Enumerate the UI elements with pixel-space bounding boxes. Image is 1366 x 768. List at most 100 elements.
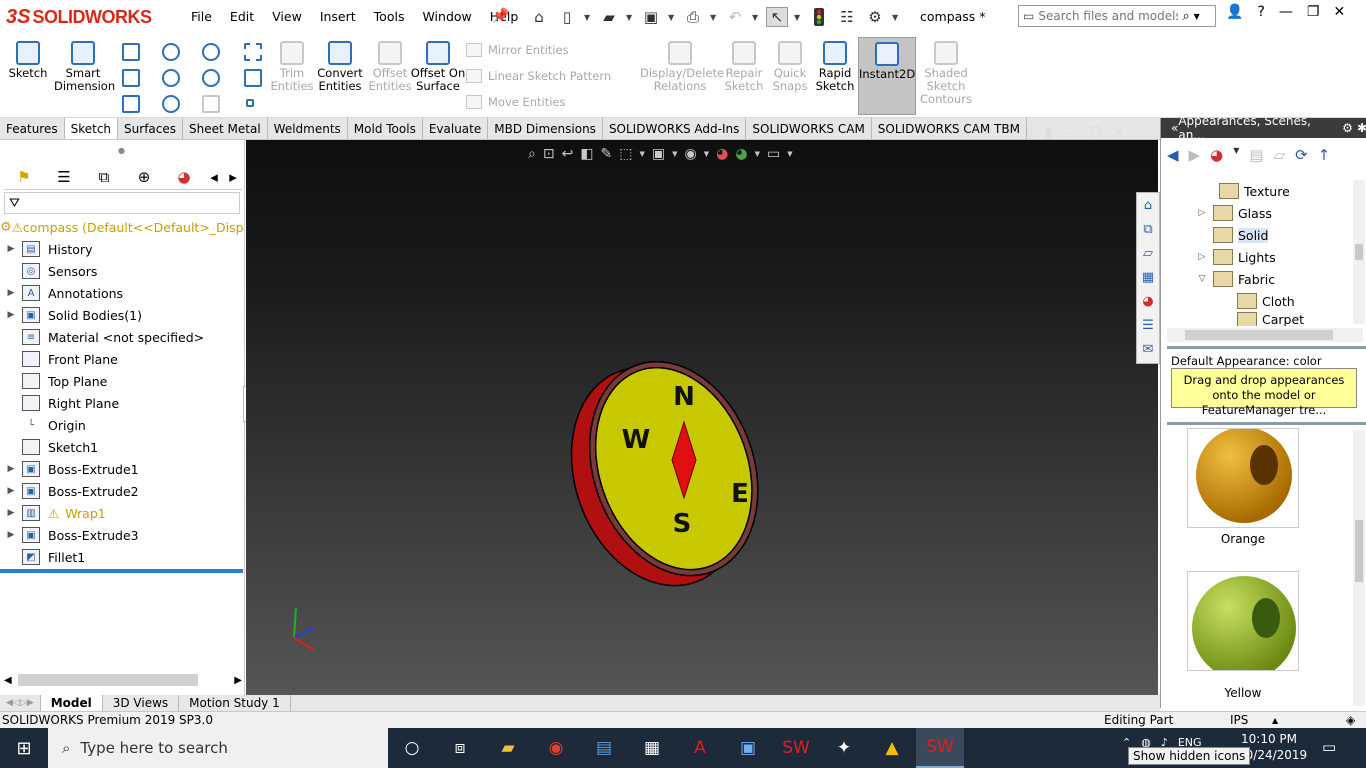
menu-window[interactable]: Window <box>413 9 480 24</box>
cortana-icon[interactable]: ○ <box>388 728 436 768</box>
tab-mbd-dimensions[interactable]: MBD Dimensions <box>488 118 603 139</box>
back-icon[interactable]: ◀ <box>1167 146 1179 164</box>
appearance-folder-texture[interactable]: Texture <box>1161 180 1351 202</box>
construction-geometry-icon[interactable] <box>244 43 262 61</box>
spline-tool-icon[interactable] <box>202 43 220 61</box>
scroll-left-icon[interactable]: ◀ <box>4 675 12 686</box>
refresh-icon[interactable]: ⟳ <box>1295 146 1308 164</box>
file-explorer-icon[interactable]: ▱ <box>1137 241 1159 265</box>
edit-appearance-icon[interactable]: ◕ <box>716 146 728 162</box>
tree-root[interactable]: ⚙ ⚠ compass (Default<<Default>_Displ <box>0 216 243 238</box>
library-icon[interactable]: ▤ <box>1249 146 1263 164</box>
close-icon[interactable]: ✕ <box>1113 126 1124 141</box>
chevron-down-icon[interactable]: ▼ <box>794 13 802 22</box>
search-box[interactable]: ▭ ⌕ ▼ <box>1018 5 1216 27</box>
offset-on-surface-button[interactable]: Offset On Surface <box>410 37 466 115</box>
tree-item-sensors[interactable]: ◎ Sensors <box>0 260 243 282</box>
appearance-folder-carpet[interactable]: Carpet <box>1161 312 1351 326</box>
circle-tool-icon[interactable] <box>162 43 180 61</box>
tab-weldments[interactable]: Weldments <box>267 118 348 139</box>
solidworks-resources-icon[interactable]: ⌂ <box>1137 193 1159 217</box>
swatch-vertical-scrollbar[interactable] <box>1353 430 1365 706</box>
close-icon[interactable]: ✕ <box>1333 4 1345 20</box>
tree-item-front-plane[interactable]: Front Plane <box>0 348 243 370</box>
panel-splitter-handle-icon[interactable]: ● <box>118 146 125 155</box>
tree-item-boss-extrude2[interactable]: ▶ ▣ Boss-Extrude2 <box>0 480 243 502</box>
ellipse-tool-icon[interactable] <box>202 69 220 87</box>
units-selector[interactable]: IPS <box>1230 713 1248 727</box>
pane-splitter[interactable] <box>1167 422 1366 425</box>
undo-icon[interactable]: ↶ <box>724 7 746 27</box>
configuration-manager-tab-icon[interactable]: ⧉ <box>84 165 124 189</box>
tab-scroll-arrows-icon[interactable]: ◀◁▷▶ <box>0 695 41 711</box>
rebuild-traffic-light-icon[interactable] <box>808 7 830 27</box>
tree-item-annotations[interactable]: ▶ A Annotations <box>0 282 243 304</box>
chevron-down-icon[interactable]: ▼ <box>892 13 900 22</box>
scroll-left-icon[interactable]: ◂ <box>204 165 224 189</box>
tree-item-sketch1[interactable]: Sketch1 <box>0 436 243 458</box>
menu-insert[interactable]: Insert <box>311 9 365 24</box>
tab-evaluate[interactable]: Evaluate <box>422 118 489 139</box>
help-icon[interactable]: ? <box>1257 4 1264 20</box>
linear-sketch-pattern-button[interactable]: Linear Sketch Pattern <box>466 69 611 83</box>
solidworks-active-icon[interactable]: SW <box>916 728 964 768</box>
appearance-folder-lights[interactable]: ▷ Lights <box>1161 246 1351 268</box>
scroll-thumb[interactable] <box>1355 520 1363 582</box>
new-folder-icon[interactable]: ▱ <box>1274 146 1286 164</box>
restore-icon[interactable]: ❐ <box>1089 126 1101 141</box>
forward-icon[interactable]: ▶ <box>1189 146 1201 164</box>
appearance-swatch-yellow[interactable] <box>1187 571 1299 671</box>
tab-sheet-metal[interactable]: Sheet Metal <box>183 118 268 139</box>
appearance-swatch-orange[interactable] <box>1187 428 1299 528</box>
open-folder-icon[interactable]: ▰ <box>598 7 620 27</box>
search-scope-icon[interactable]: ▭ <box>1023 9 1034 23</box>
scroll-thumb[interactable] <box>1355 244 1363 260</box>
pin-icon[interactable]: 📌 <box>492 8 509 24</box>
tab-sketch[interactable]: Sketch <box>64 118 119 139</box>
compass-model[interactable]: N E S W <box>568 350 773 590</box>
rectangle-tool-icon[interactable] <box>122 69 140 87</box>
print-icon[interactable]: ⎙ <box>682 7 704 27</box>
acrobat-icon[interactable]: A <box>676 728 724 768</box>
tab-features[interactable]: Features <box>0 118 65 139</box>
chevron-down-icon[interactable]: ▼ <box>668 13 676 22</box>
expand-icon[interactable]: ▶ <box>0 310 22 320</box>
previous-view-icon[interactable]: ↩ <box>562 146 574 162</box>
scroll-thumb[interactable] <box>17 674 198 686</box>
chevron-down-icon[interactable]: ▼ <box>672 150 677 158</box>
up-folder-icon[interactable]: ↑ <box>1318 146 1331 164</box>
chevron-down-icon[interactable]: ▼ <box>626 13 634 22</box>
zoom-to-area-icon[interactable]: ⊡ <box>543 146 555 162</box>
forum-icon[interactable]: ✉ <box>1137 337 1159 361</box>
tab-mold-tools[interactable]: Mold Tools <box>347 118 423 139</box>
display-delete-relations-button[interactable]: Display/Delete Relations <box>640 37 724 115</box>
quick-snaps-button[interactable]: Quick Snaps <box>768 37 812 115</box>
design-library-icon[interactable]: ⧉ <box>1137 217 1159 241</box>
windows-start-icon[interactable]: ⊞ <box>0 728 48 768</box>
app-window-icon[interactable]: ▣ <box>724 728 772 768</box>
appearance-folder-glass[interactable]: ▷ Glass <box>1161 202 1351 224</box>
photos-icon[interactable]: ▤ <box>580 728 628 768</box>
custom-properties-icon[interactable]: ☰ <box>1137 313 1159 337</box>
point-tool-icon[interactable] <box>246 99 254 107</box>
chevron-down-icon[interactable]: ▼ <box>704 150 709 158</box>
tree-item-boss-extrude1[interactable]: ▶ ▣ Boss-Extrude1 <box>0 458 243 480</box>
home-icon[interactable]: ⌂ <box>528 7 550 27</box>
options-gear-icon[interactable]: ⚙ <box>1342 121 1353 135</box>
instant2d-button[interactable]: Instant2D <box>858 37 916 115</box>
rollback-bar[interactable] <box>0 569 243 573</box>
tag-icon[interactable]: ◈ <box>1346 713 1355 727</box>
tree-vertical-scrollbar[interactable] <box>1353 180 1365 324</box>
restore-icon[interactable]: ❐ <box>1307 4 1320 20</box>
collapse-pane-icon[interactable]: « <box>1171 121 1178 135</box>
notifications-icon[interactable]: ▭ <box>1322 738 1336 756</box>
tab-surfaces[interactable]: Surfaces <box>118 118 184 139</box>
convert-entities-button[interactable]: Convert Entities <box>312 37 368 115</box>
expand-icon[interactable]: ▶ <box>0 288 22 298</box>
zoom-to-fit-icon[interactable]: ⌕ <box>528 146 536 162</box>
chevron-down-icon[interactable]: ▼ <box>787 150 792 158</box>
tree-item-material[interactable]: ≡ Material <not specified> <box>0 326 243 348</box>
chevron-up-icon[interactable]: ▲ <box>1272 716 1278 725</box>
dimxpert-manager-tab-icon[interactable]: ⊕ <box>124 165 164 189</box>
save-icon[interactable]: ▣ <box>640 7 662 27</box>
